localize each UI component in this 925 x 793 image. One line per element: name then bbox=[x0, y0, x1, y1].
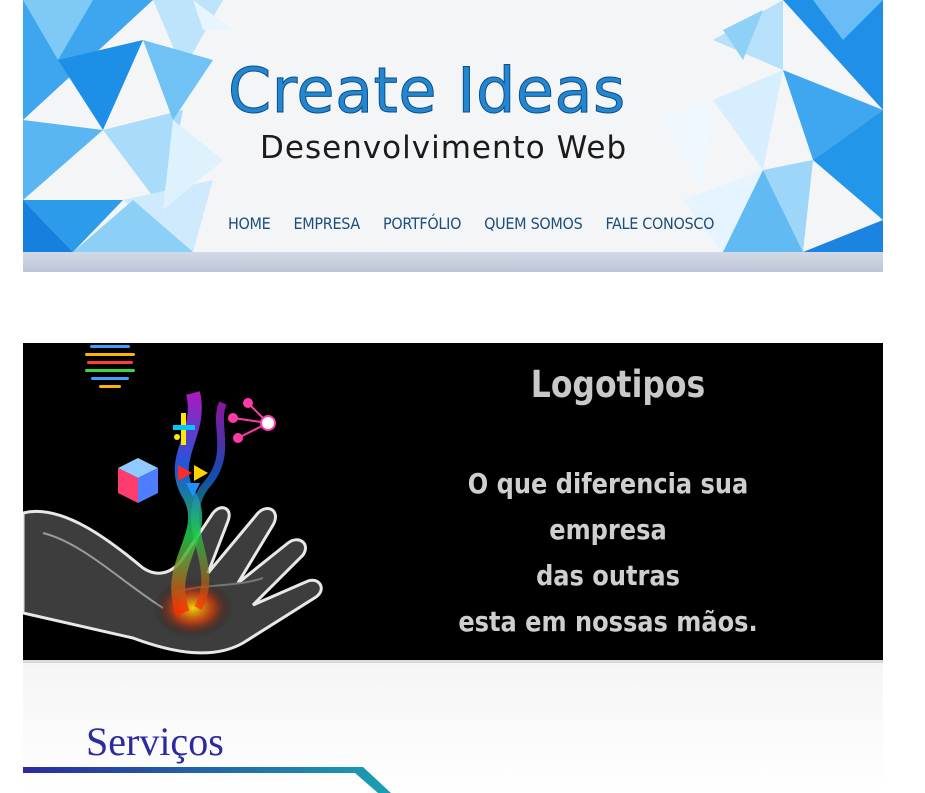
nav-item-home[interactable]: HOME bbox=[228, 214, 271, 233]
banner-slogan: O que diferencia sua empresa das outras … bbox=[415, 461, 802, 645]
nav-item-quem-somos[interactable]: QUEM SOMOS bbox=[484, 214, 583, 233]
nav-item-fale-conosco[interactable]: FALE CONOSCO bbox=[605, 214, 714, 233]
hand-with-colorful-icons-illustration bbox=[23, 345, 323, 655]
header-bottom-shade bbox=[23, 252, 883, 272]
brand-logo-text: Create Ideas bbox=[228, 54, 626, 128]
services-section: Serviços bbox=[23, 663, 883, 793]
services-heading: Serviços bbox=[86, 719, 224, 764]
banner-slogan-line: das outras bbox=[536, 559, 680, 592]
nav-item-portfolio[interactable]: PORTFÓLIO bbox=[383, 214, 461, 233]
banner-slogan-line: O que diferencia sua empresa bbox=[467, 467, 749, 546]
nav-item-empresa[interactable]: EMPRESA bbox=[293, 214, 360, 233]
logotipos-banner[interactable]: Logotipos O que diferencia sua empresa d… bbox=[23, 343, 883, 660]
banner-title: Logotipos bbox=[530, 363, 706, 406]
brand-tagline: Desenvolvimento Web bbox=[260, 130, 628, 166]
services-heading-underline bbox=[23, 767, 391, 793]
banner-slogan-line: esta em nossas mãos. bbox=[458, 605, 758, 638]
main-navigation: HOME EMPRESA PORTFÓLIO QUEM SOMOS FALE C… bbox=[228, 214, 737, 233]
site-header: Create Ideas Desenvolvimento Web HOME EM… bbox=[23, 0, 883, 272]
